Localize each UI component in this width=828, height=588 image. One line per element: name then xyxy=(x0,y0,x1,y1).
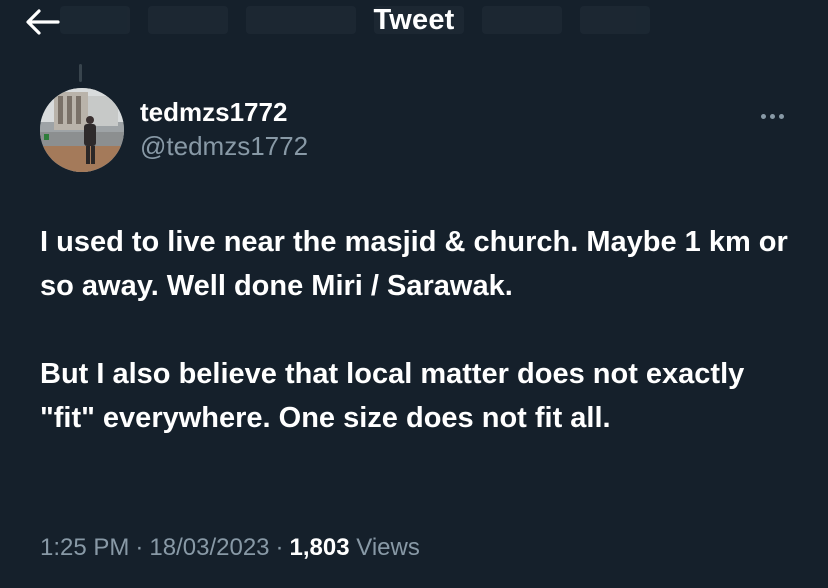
views-count[interactable]: 1,803 xyxy=(290,534,350,561)
tweet-time[interactable]: 1:25 PM xyxy=(40,534,129,561)
author-display-name[interactable]: tedmzs1772 xyxy=(140,97,287,128)
top-bar: Tweet xyxy=(0,0,828,46)
tweet-paragraph: But I also believe that local matter doe… xyxy=(40,358,745,434)
tweet-paragraph: I used to live near the masjid & church.… xyxy=(40,226,788,302)
page-title: Tweet xyxy=(373,4,455,36)
tweet-page: Tweet tedmzs1772 @tedmzs1772 I used to l… xyxy=(0,0,828,588)
thread-connector xyxy=(79,64,82,82)
meta-separator: · xyxy=(135,534,144,561)
tweet-text: I used to live near the masjid & church.… xyxy=(40,220,800,440)
avatar-photo xyxy=(40,88,124,172)
tweet-date[interactable]: 18/03/2023 xyxy=(149,534,269,561)
meta-separator: · xyxy=(275,534,284,561)
views-label[interactable]: Views xyxy=(356,534,420,561)
avatar[interactable] xyxy=(40,88,124,172)
more-options-button[interactable] xyxy=(752,104,792,128)
tweet-meta: 1:25 PM · 18/03/2023 · 1,803 Views xyxy=(40,534,420,562)
author-username[interactable]: @tedmzs1772 xyxy=(140,131,308,162)
more-horizontal-icon xyxy=(759,113,786,119)
